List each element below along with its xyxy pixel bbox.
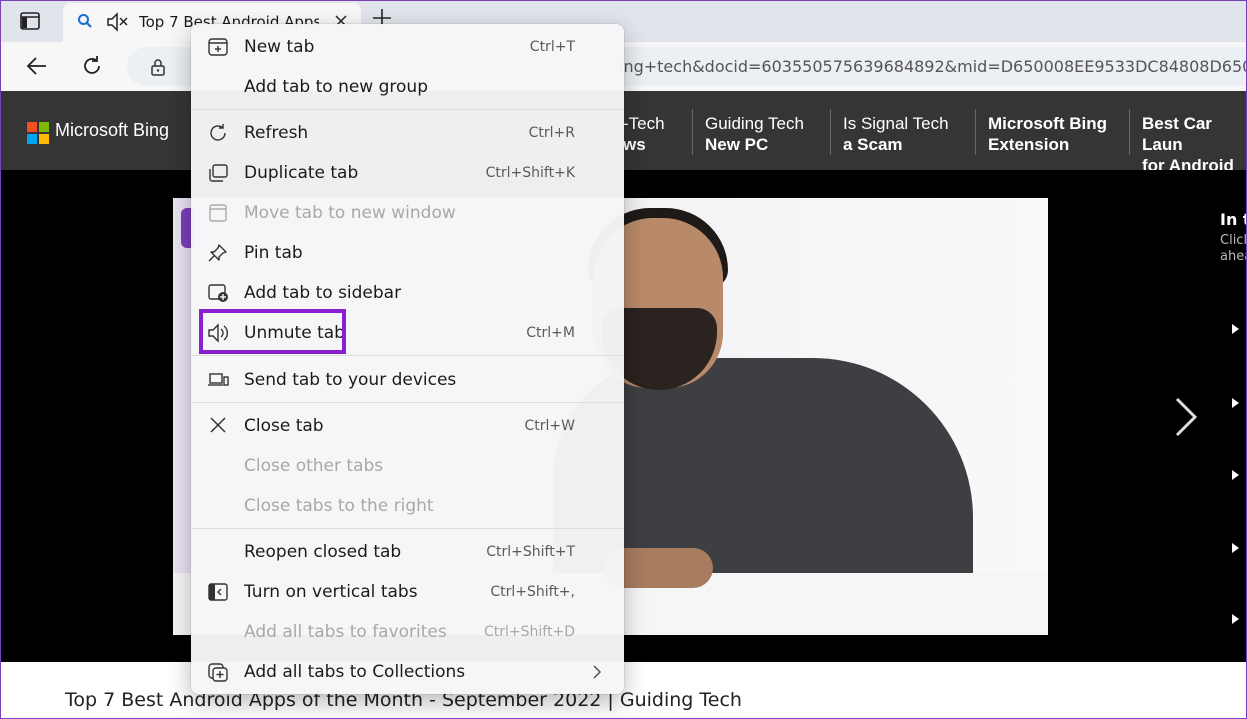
menu-item-shortcut: Ctrl+T (529, 39, 575, 55)
sidebar-add-icon (207, 283, 229, 303)
search-icon (77, 13, 93, 33)
menu-item-label: Move tab to new window (244, 203, 456, 223)
nav-divider (830, 109, 831, 155)
chevron-right-icon (592, 664, 602, 684)
nav-item-line: New PC (705, 135, 769, 154)
menu-item-label: Add tab to sidebar (244, 283, 402, 303)
menu-item-close-other-tabs: Close other tabs (191, 446, 624, 486)
bing-brand[interactable]: Microsoft Bing (55, 120, 169, 141)
nav-item-1[interactable]: Guiding Tech New PC (705, 113, 804, 155)
menu-item-label: Duplicate tab (244, 163, 359, 183)
play-icon[interactable] (1232, 614, 1239, 624)
nav-divider (975, 109, 976, 155)
menu-item-label: Turn on vertical tabs (244, 582, 418, 602)
nav-item-line: -Tech (623, 114, 665, 133)
menu-item-label: Add tab to new group (244, 77, 428, 97)
menu-separator (191, 528, 624, 529)
video-edge (173, 198, 193, 635)
nav-item-line: Best Car Laun (1142, 114, 1212, 154)
related-panel: In t Click ahea (1220, 210, 1246, 265)
muted-speaker-icon[interactable] (105, 11, 129, 37)
menu-item-close-tab[interactable]: Close tab Ctrl+W (191, 406, 624, 446)
browser-window: Top 7 Best Android Apps of the Month - S… (0, 0, 1247, 719)
menu-item-label: Add all tabs to Collections (244, 662, 466, 682)
menu-item-add-tab-to-sidebar[interactable]: Add tab to sidebar (191, 273, 624, 313)
menu-item-shortcut: Ctrl+Shift+T (486, 544, 575, 560)
menu-item-vertical-tabs[interactable]: Turn on vertical tabs Ctrl+Shift+, (191, 572, 624, 612)
new-tab-icon (207, 37, 229, 57)
menu-item-shortcut: Ctrl+Shift+D (484, 624, 575, 640)
unmute-highlight-box (199, 309, 346, 354)
menu-item-close-tabs-to-right: Close tabs to the right (191, 486, 624, 526)
menu-item-shortcut: Ctrl+W (524, 418, 575, 434)
menu-item-new-tab[interactable]: New tab Ctrl+T (191, 27, 624, 67)
devices-icon (207, 370, 229, 390)
menu-item-label: Pin tab (244, 243, 303, 263)
nav-divider (1129, 109, 1130, 155)
vertical-tabs-icon (207, 582, 229, 602)
menu-item-shortcut: Ctrl+Shift+K (485, 165, 575, 181)
window-icon (207, 203, 229, 223)
menu-item-label: Close other tabs (244, 456, 384, 476)
menu-item-add-all-to-collections[interactable]: Add all tabs to Collections (191, 652, 624, 692)
play-icon[interactable] (1232, 398, 1239, 408)
nav-item-0[interactable]: -Tech ws (623, 113, 665, 155)
menu-separator (191, 109, 624, 110)
menu-item-reopen-closed-tab[interactable]: Reopen closed tab Ctrl+Shift+T (191, 532, 624, 572)
play-icon[interactable] (1232, 470, 1239, 480)
menu-separator (191, 355, 624, 356)
play-icon[interactable] (1232, 543, 1239, 553)
menu-item-duplicate-tab[interactable]: Duplicate tab Ctrl+Shift+K (191, 153, 624, 193)
menu-item-refresh[interactable]: Refresh Ctrl+R (191, 113, 624, 153)
play-icon[interactable] (1232, 324, 1239, 334)
menu-item-add-all-to-favorites: Add all tabs to favorites Ctrl+Shift+D (191, 612, 624, 652)
menu-item-pin-tab[interactable]: Pin tab (191, 233, 624, 273)
menu-separator (191, 402, 624, 403)
back-arrow-icon[interactable] (25, 54, 49, 82)
nav-item-line: Microsoft Bing (988, 114, 1107, 133)
tab-context-menu: New tab Ctrl+T Add tab to new group Refr… (191, 24, 624, 694)
menu-item-move-tab-to-new-window: Move tab to new window (191, 193, 624, 233)
url-text: ing+tech&docid=603550575639684892&mid=D6… (619, 57, 1247, 76)
reload-icon[interactable] (80, 54, 104, 82)
menu-item-label: Close tab (244, 416, 324, 436)
refresh-icon (207, 123, 229, 143)
menu-item-shortcut: Ctrl+M (526, 325, 575, 341)
nav-item-line: ws (623, 135, 646, 154)
microsoft-logo-icon[interactable] (27, 122, 49, 144)
lock-icon[interactable] (149, 57, 167, 81)
nav-item-line: Is Signal Tech (843, 114, 949, 133)
related-subtext: ahea (1220, 249, 1246, 264)
menu-item-shortcut: Ctrl+R (528, 125, 575, 141)
collections-icon (207, 662, 229, 682)
menu-item-label: Send tab to your devices (244, 370, 457, 390)
nav-item-line: Extension (988, 135, 1070, 154)
menu-item-label: New tab (244, 37, 315, 57)
nav-item-3[interactable]: Microsoft Bing Extension (988, 113, 1107, 155)
nav-item-2[interactable]: Is Signal Tech a Scam (843, 113, 949, 155)
nav-item-line: a Scam (843, 135, 903, 154)
nav-item-line: Guiding Tech (705, 114, 804, 133)
menu-item-label: Refresh (244, 123, 309, 143)
tab-actions-icon[interactable] (19, 10, 43, 34)
related-heading: In t (1220, 210, 1246, 229)
menu-item-label: Close tabs to the right (244, 496, 434, 516)
menu-item-send-tab-to-devices[interactable]: Send tab to your devices (191, 360, 624, 400)
duplicate-icon (207, 163, 229, 183)
menu-item-add-tab-to-group[interactable]: Add tab to new group (191, 67, 624, 107)
related-subtext: Click (1220, 233, 1246, 248)
close-icon (207, 416, 229, 436)
pin-icon (207, 243, 229, 263)
menu-item-shortcut: Ctrl+Shift+, (490, 584, 575, 600)
menu-item-label: Reopen closed tab (244, 542, 402, 562)
nav-divider (692, 109, 693, 155)
next-video-chevron-icon[interactable] (1171, 395, 1201, 443)
menu-item-label: Add all tabs to favorites (244, 622, 447, 642)
